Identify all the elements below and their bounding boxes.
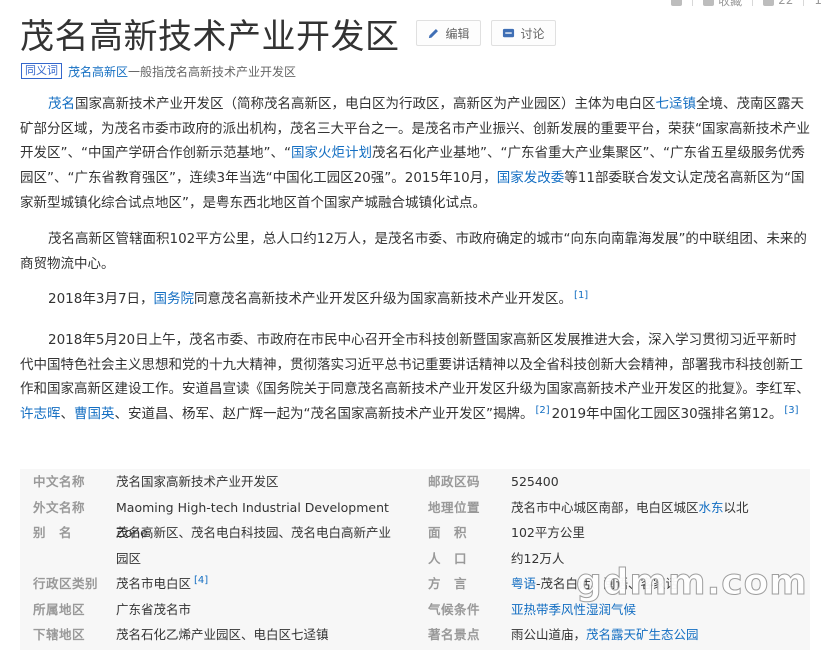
- infobox-value: 525400: [511, 474, 559, 489]
- infobox-value: Maoming High-tech Industrial Development…: [116, 499, 389, 541]
- reference-2[interactable]: [2]: [536, 405, 550, 416]
- infobox-label: 气候条件: [428, 601, 481, 617]
- collect-label: 收藏: [718, 0, 743, 8]
- infobox-label: 所属地区: [33, 601, 86, 617]
- edit-label: 编辑: [445, 26, 470, 41]
- synonym-row: 同义词 茂名高新区 一般指茂名高新技术产业开发区: [21, 63, 296, 79]
- title-row: 茂名高新技术产业开发区 编辑 讨论: [20, 13, 556, 57]
- infobox-row: 面 积 102平方公里: [415, 520, 810, 546]
- link-torch-program[interactable]: 国家火炬计划: [291, 145, 372, 161]
- like-button[interactable]: 22: [763, 0, 793, 7]
- link-cantonese[interactable]: 粤语: [511, 576, 536, 591]
- infobox-label: 邮政区码: [428, 474, 481, 489]
- infobox-row: 外文名称 Maoming High-tech Industrial Develo…: [20, 495, 415, 541]
- reference-4[interactable]: [4]: [194, 575, 208, 586]
- infobox-value: 102平方公里: [511, 525, 585, 540]
- link-qijing-town[interactable]: 七迳镇: [656, 96, 697, 112]
- infobox: 中文名称 茂名国家高新技术产业开发区 外文名称 Maoming High-tec…: [20, 469, 810, 650]
- text: 雨公山道庙，: [511, 627, 587, 642]
- synonym-description: 一般指茂名高新技术产业开发区: [128, 64, 297, 79]
- infobox-row: 地理位置 茂名市中心城区南部，电白区城区水东以北: [415, 495, 810, 521]
- reference-1[interactable]: [1]: [574, 290, 588, 301]
- link-shuidong[interactable]: 水东: [699, 500, 724, 515]
- infobox-row: 所属地区 广东省茂名市: [20, 597, 415, 623]
- infobox-right-column: 邮政区码 525400 地理位置 茂名市中心城区南部，电白区城区水东以北 面 积…: [415, 469, 810, 648]
- text: 同意茂名高新技术产业开发区升级为国家高新技术产业开发区。: [194, 291, 573, 307]
- link-eco-park[interactable]: 茂名露天矿生态公园: [586, 627, 699, 642]
- infobox-value: 雨公山道庙，茂名露天矿生态公园: [511, 622, 791, 648]
- infobox-left-column: 中文名称 茂名国家高新技术产业开发区 外文名称 Maoming High-tec…: [20, 469, 415, 648]
- plus-icon: [671, 0, 683, 6]
- synonym-link[interactable]: 茂名高新区: [68, 63, 128, 80]
- top-toolbar: 收藏 22 1: [671, 0, 822, 9]
- infobox-row: 著名景点 雨公山道庙，茂名露天矿生态公园: [415, 622, 810, 648]
- text: 、安道昌、杨军、赵广辉一起为“茂名国家高新技术产业开发区”揭牌。: [114, 406, 534, 423]
- paragraph-conference: 2018年5月20日上午，茂名市委、市政府在市民中心召开全市科技创新暨国家高新区…: [20, 328, 810, 427]
- infobox-label: 人 口: [428, 550, 468, 566]
- infobox-value: 茂名国家高新技术产业开发区: [116, 474, 279, 489]
- text: 茂名市电白区: [116, 576, 192, 591]
- like-count: 22: [778, 0, 794, 7]
- star-icon: [703, 0, 715, 6]
- add-button[interactable]: [671, 0, 683, 6]
- divider: [752, 0, 754, 6]
- infobox-value: 茂名市电白区 [4]: [116, 571, 396, 597]
- infobox-label: 外文名称: [33, 499, 86, 515]
- infobox-label: 方 言: [428, 576, 468, 591]
- discuss-label: 讨论: [520, 26, 545, 41]
- infobox-row: 行政区类别 茂名市电白区 [4]: [20, 571, 415, 597]
- share-button[interactable]: 1: [814, 0, 822, 7]
- infobox-value: 广东省茂名市: [116, 601, 192, 617]
- divider: [692, 0, 694, 6]
- link-cao-guoying[interactable]: 曹国英: [74, 406, 115, 422]
- infobox-value: 茂名市中心城区南部，电白区城区水东以北: [511, 495, 791, 521]
- paragraph-intro: 茂名国家高新技术产业开发区（简称茂名高新区，电白区为行政区，高新区为产业园区）主…: [20, 92, 810, 216]
- edit-button[interactable]: 编辑: [415, 20, 481, 46]
- text: 2018年3月7日，: [48, 291, 154, 307]
- site-watermark: gdmm.com: [576, 562, 808, 604]
- infobox-label: 行政区类别: [33, 576, 99, 591]
- infobox-label: 中文名称: [33, 474, 86, 489]
- comment-icon: [502, 28, 514, 37]
- infobox-row: 邮政区码 525400: [415, 469, 810, 495]
- link-state-council[interactable]: 国务院: [154, 291, 195, 307]
- infobox-label: 下辖地区: [33, 627, 86, 642]
- infobox-label: 面 积: [428, 525, 468, 540]
- reference-3[interactable]: [3]: [784, 405, 798, 416]
- infobox-row: 下辖地区 茂名石化乙烯产业园区、电白区七迳镇: [20, 622, 415, 648]
- divider: [803, 0, 805, 6]
- text: 国家高新技术产业开发区（简称茂名高新区，电白区为行政区，高新区为产业园区）主体为…: [75, 96, 656, 112]
- infobox-value: 茂名石化乙烯产业园区、电白区七迳镇: [116, 627, 329, 642]
- link-climate[interactable]: 亚热带季风性湿润气候: [511, 602, 636, 617]
- text: 、: [60, 406, 75, 423]
- share-count: 1: [814, 0, 822, 7]
- infobox-label: 别 名: [33, 525, 73, 540]
- discuss-button[interactable]: 讨论: [490, 20, 556, 46]
- link-maoming[interactable]: 茂名: [48, 96, 75, 112]
- collect-button[interactable]: 收藏: [703, 0, 742, 9]
- paragraph-area: 茂名高新区管辖面积102平方公里，总人口约12万人，是茂名市委、市政府确定的城市…: [20, 231, 807, 272]
- infobox-row: 别 名 茂名高新区、茂名电白科技园、茂名电白高新产业园区: [20, 520, 415, 571]
- thumb-up-icon: [763, 0, 775, 6]
- text: 2019年中国化工园区30强排名第12。: [551, 406, 783, 423]
- page-title: 茂名高新技术产业开发区: [20, 16, 400, 57]
- text: 茂名市中心城区南部，电白区城区: [511, 499, 699, 515]
- link-ndrc[interactable]: 国家发改委: [497, 170, 565, 186]
- infobox-row: 中文名称 茂名国家高新技术产业开发区: [20, 469, 415, 495]
- paragraph-upgrade: 2018年3月7日，国务院同意茂名高新技术产业开发区升级为国家高新技术产业开发区…: [20, 287, 810, 312]
- pencil-icon: [428, 28, 438, 38]
- link-xu-zhihui[interactable]: 许志晖: [20, 406, 61, 422]
- text: 以北: [723, 499, 749, 515]
- synonym-tag[interactable]: 同义词: [21, 63, 62, 79]
- infobox-label: 著名景点: [428, 627, 481, 642]
- text: 2018年5月20日上午，茂名市委、市政府在市民中心召开全市科技创新暨国家高新区…: [20, 332, 810, 398]
- infobox-label: 地理位置: [428, 499, 481, 515]
- infobox-value: 茂名高新区、茂名电白科技园、茂名电白高新产业园区: [116, 525, 392, 566]
